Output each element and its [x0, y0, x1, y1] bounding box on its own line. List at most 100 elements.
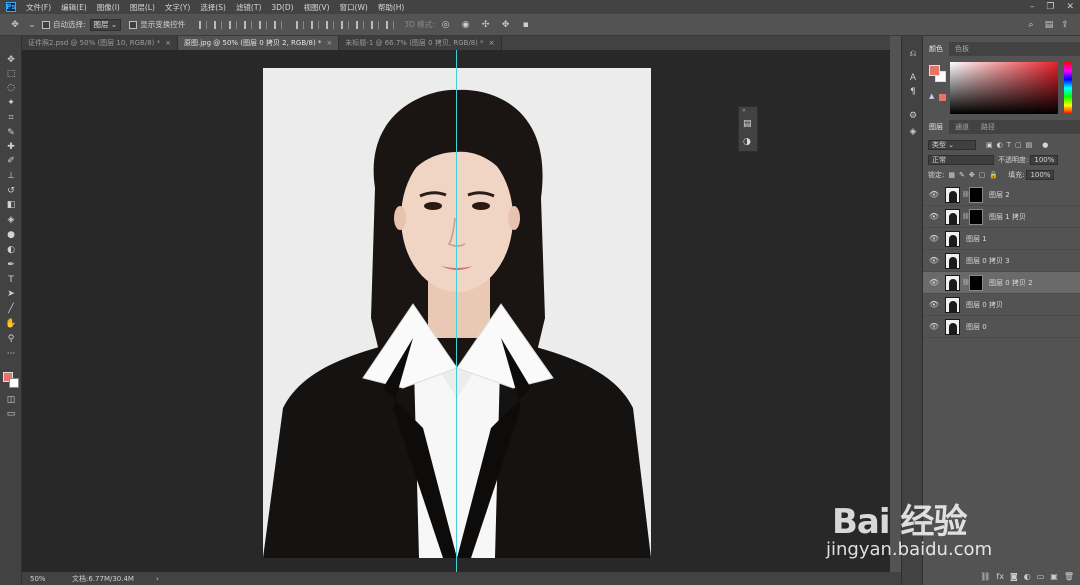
tab-layers[interactable]: 图层	[923, 120, 949, 134]
healing-brush-icon[interactable]: ✚	[4, 141, 18, 153]
menu-layer[interactable]: 图层(L)	[130, 2, 155, 13]
distribute-top-icon[interactable]	[296, 20, 305, 29]
distribute-bottom-icon[interactable]	[326, 20, 335, 29]
trash-icon[interactable]: 🗑	[1064, 572, 1074, 581]
layer-row[interactable]: 👁 图层 0 拷贝 3	[923, 250, 1080, 272]
crop-tool-icon[interactable]: ⌗	[4, 112, 18, 124]
pen-tool-icon[interactable]: ✒	[4, 259, 18, 271]
quick-mask-icon[interactable]: ◫	[4, 394, 18, 406]
menu-window[interactable]: 窗口(W)	[340, 2, 368, 13]
workspace-icon[interactable]: ▤	[1042, 19, 1056, 31]
move-tool-icon[interactable]: ✥	[4, 54, 18, 66]
brush-tool-icon[interactable]: ✐	[4, 155, 18, 167]
tab-channels[interactable]: 通道	[949, 120, 975, 134]
layer-row[interactable]: 👁 ⛓ 图层 2	[923, 184, 1080, 206]
lock-image-icon[interactable]: ✎	[959, 171, 965, 179]
eye-icon[interactable]: 👁	[927, 256, 941, 265]
menu-view[interactable]: 视图(V)	[304, 2, 330, 13]
eye-icon[interactable]: 👁	[927, 278, 941, 287]
layer-mask-thumbnail[interactable]	[969, 208, 983, 225]
dodge-tool-icon[interactable]: ◐	[4, 244, 18, 256]
align-hcenter-icon[interactable]	[259, 20, 268, 29]
eye-icon[interactable]: 👁	[927, 212, 941, 221]
eye-icon[interactable]: 👁	[927, 190, 941, 199]
out-of-gamut-swatch[interactable]	[939, 94, 946, 101]
close-icon[interactable]: ×	[326, 39, 332, 47]
lock-artboard-icon[interactable]: ▢	[979, 171, 986, 179]
character-icon[interactable]: A	[907, 72, 919, 84]
paragraph-icon[interactable]: ¶	[907, 86, 919, 98]
filter-smart-icon[interactable]: ▤	[1026, 141, 1033, 149]
menu-image[interactable]: 图像(I)	[97, 2, 120, 13]
menu-help[interactable]: 帮助(H)	[378, 2, 405, 13]
distribute-right-icon[interactable]	[371, 20, 380, 29]
layer-row[interactable]: 👁 图层 0 拷贝	[923, 294, 1080, 316]
foreground-swatch[interactable]	[929, 65, 940, 76]
show-transform-checkbox[interactable]	[129, 20, 138, 29]
distribute-hcenter-icon[interactable]	[356, 20, 365, 29]
minimize-icon[interactable]: –	[1030, 2, 1035, 12]
lock-all-icon[interactable]: 🔒	[989, 171, 998, 179]
layer-mask-thumbnail[interactable]	[969, 274, 983, 291]
paint-bucket-icon[interactable]: ◈	[4, 214, 18, 226]
zoom-level[interactable]: 50%	[30, 575, 66, 583]
eyedropper-icon[interactable]: ✎	[4, 127, 18, 139]
screen-mode-icon[interactable]: ▭	[4, 408, 18, 420]
tab-paths[interactable]: 路径	[975, 120, 1001, 134]
brush-settings-icon[interactable]: ⚙	[907, 110, 919, 122]
3d-orbit-icon[interactable]: ◎	[439, 19, 453, 31]
layer-row[interactable]: 👁 ⛓ 图层 1 拷贝	[923, 206, 1080, 228]
line-tool-icon[interactable]: ╱	[4, 303, 18, 315]
align-right-icon[interactable]	[274, 20, 283, 29]
blur-tool-icon[interactable]: ●	[4, 229, 18, 241]
menu-filter[interactable]: 滤镜(T)	[236, 2, 261, 13]
menu-edit[interactable]: 编辑(E)	[61, 2, 87, 13]
menu-file[interactable]: 文件(F)	[26, 2, 51, 13]
adjustments-icon[interactable]: ▤	[743, 119, 752, 129]
eraser-tool-icon[interactable]: ◧	[4, 199, 18, 211]
layer-filter-dropdown[interactable]: 类型 ⌄	[928, 140, 976, 150]
eye-icon[interactable]: 👁	[927, 322, 941, 331]
menu-type[interactable]: 文字(Y)	[165, 2, 190, 13]
hand-tool-icon[interactable]: ✋	[4, 318, 18, 330]
align-bottom-icon[interactable]	[229, 20, 238, 29]
filter-pixel-icon[interactable]: ▣	[986, 141, 993, 149]
align-vcenter-icon[interactable]	[214, 20, 223, 29]
hue-slider[interactable]	[1064, 62, 1072, 114]
layer-row-selected[interactable]: 👁 ⛓ 图层 0 拷贝 2	[923, 272, 1080, 294]
status-arrow-icon[interactable]: ›	[156, 575, 159, 583]
auto-align-icon[interactable]	[386, 20, 395, 29]
3d-drag-icon[interactable]: ✣	[479, 19, 493, 31]
path-selection-icon[interactable]: ➤	[4, 288, 18, 300]
link-icon[interactable]: ⛓	[962, 279, 970, 286]
3d-roll-icon[interactable]: ◉	[459, 19, 473, 31]
lock-transparent-icon[interactable]: ▦	[948, 171, 955, 179]
move-tool-icon[interactable]: ✥	[8, 19, 22, 31]
menu-3d[interactable]: 3D(D)	[271, 3, 293, 12]
3d-scale-icon[interactable]: ▪	[519, 19, 533, 31]
zoom-tool-icon[interactable]: ⚲	[4, 333, 18, 345]
3d-slide-icon[interactable]: ✥	[499, 19, 513, 31]
close-icon[interactable]: ×	[165, 39, 171, 47]
distribute-vcenter-icon[interactable]	[311, 20, 320, 29]
magic-wand-icon[interactable]: ✦	[4, 97, 18, 109]
background-color-swatch[interactable]	[9, 378, 19, 388]
document-tab-active[interactable]: 原图.jpg @ 50% (图层 0 拷贝 2, RGB/8) * ×	[178, 36, 340, 50]
link-icon[interactable]: ⛓	[962, 213, 970, 220]
layer-row[interactable]: 👁 图层 0	[923, 316, 1080, 338]
clone-stamp-icon[interactable]: ⊥	[4, 170, 18, 182]
type-tool-icon[interactable]: T	[4, 274, 18, 286]
collapse-icon[interactable]: »	[742, 107, 746, 114]
lock-position-icon[interactable]: ✥	[969, 171, 975, 179]
more-tools-icon[interactable]: ···	[4, 348, 18, 360]
filter-toggle-icon[interactable]: ●	[1042, 141, 1048, 149]
properties-icon[interactable]: ◑	[743, 137, 751, 147]
history-brush-icon[interactable]: ↺	[4, 185, 18, 197]
document-tab[interactable]: 未标题-1 @ 66.7% (图层 0 拷贝, RGB/8) * ×	[339, 36, 502, 50]
fill-input[interactable]: 100%	[1026, 170, 1055, 180]
marquee-tool-icon[interactable]: ⬚	[4, 68, 18, 80]
history-icon[interactable]: ⎌	[907, 48, 919, 60]
share-icon[interactable]: ⇪	[1058, 19, 1072, 31]
link-icon[interactable]: ⛓	[962, 191, 970, 198]
opacity-input[interactable]: 100%	[1030, 155, 1059, 165]
